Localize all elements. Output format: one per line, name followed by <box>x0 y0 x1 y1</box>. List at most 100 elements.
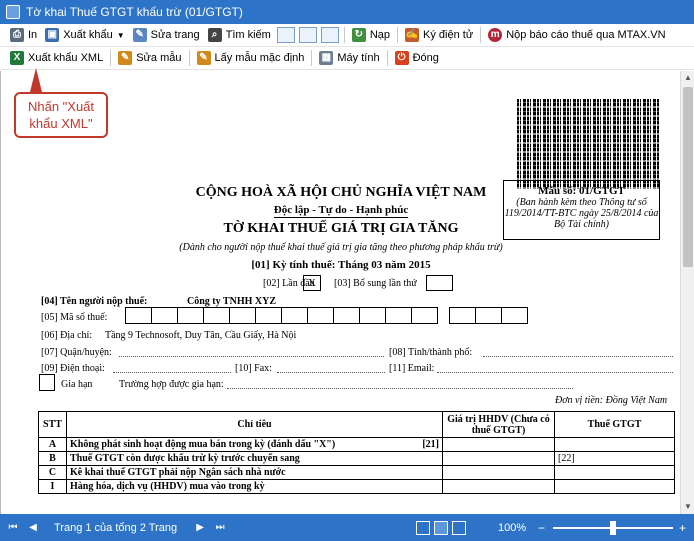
table-row: B Thuế GTGT còn được khấu trừ kỳ trước c… <box>38 451 675 466</box>
row-vat-cell <box>554 465 675 480</box>
page-info: Trang 1 của tổng 2 Trang <box>54 521 178 534</box>
vertical-scrollbar[interactable]: ▲ ▼ <box>680 71 694 514</box>
refresh-icon: ↻ <box>351 28 366 42</box>
tax-period-value: Tháng 03 năm 2015 <box>337 259 431 271</box>
tax-code-label: [05] Mã số thuế: <box>41 312 108 323</box>
motto-text: Độc lập - Tự do - Hạnh phúc <box>273 204 409 218</box>
form-note: (Ban hành kèm theo Thông tư số 119/2014/… <box>504 197 659 230</box>
header-stt: STT <box>38 411 67 438</box>
phone-field[interactable] <box>113 372 231 373</box>
zoom-out-icon[interactable]: − <box>538 521 545 535</box>
load-button[interactable]: ↻ Nạp <box>348 25 394 45</box>
scroll-thumb[interactable] <box>683 87 693 267</box>
zoom-slider-knob[interactable] <box>609 520 616 535</box>
row-desc-text: Không phát sinh hoạt động mua bán trong … <box>70 439 336 450</box>
fax-field[interactable] <box>277 372 385 373</box>
last-page-icon[interactable]: ⏭ <box>213 521 227 535</box>
barcode-image <box>517 99 659 189</box>
row-vat-cell <box>554 479 675 494</box>
district-field[interactable] <box>119 356 384 357</box>
tax-code-cell[interactable] <box>151 307 178 324</box>
zoom-slider[interactable] <box>552 520 673 535</box>
supplement-field[interactable] <box>426 275 453 291</box>
search-label: Tìm kiếm <box>225 29 271 41</box>
tax-code-cell[interactable] <box>385 307 412 324</box>
prev-page-icon[interactable]: ◀ <box>26 521 40 535</box>
tax-code-cell[interactable] <box>411 307 438 324</box>
scroll-down-icon[interactable]: ▼ <box>681 500 694 514</box>
extension-label: Gia hạn <box>61 379 93 390</box>
tax-code-cell[interactable] <box>475 307 502 324</box>
single-view-icon[interactable] <box>415 520 430 535</box>
phone-label: [09] Điện thoại: <box>41 363 105 374</box>
tax-code-cells[interactable] <box>125 307 528 324</box>
form-subtitle: (Dành cho người nộp thuế khai thuế giá t… <box>179 242 503 253</box>
tax-code-cell[interactable] <box>281 307 308 324</box>
export-label: Xuất khẩu <box>63 29 113 41</box>
calculator-button[interactable]: ▦ Máy tính <box>315 48 383 68</box>
load-label: Nạp <box>369 29 391 41</box>
tax-table: STT Chỉ tiêu Giá trị HHDV (Chưa có thuế … <box>38 411 675 494</box>
tax-code-cell[interactable] <box>501 307 528 324</box>
first-page-icon[interactable]: ⏮ <box>6 521 20 535</box>
toolbar-divider <box>110 50 112 66</box>
first-time-checkbox[interactable]: X <box>303 275 321 291</box>
edit-template-button[interactable]: ✎ Sửa mẫu <box>114 48 185 68</box>
multi-page-view-icon[interactable] <box>320 27 339 43</box>
default-template-button[interactable]: ✎ Lấy mẫu mặc định <box>193 48 309 68</box>
email-field[interactable] <box>437 372 673 373</box>
multi-view-icon[interactable] <box>451 520 466 535</box>
form-code: Mẫu số: 01/GTGT <box>538 185 625 197</box>
digital-sign-button[interactable]: ✍ Ký điện tử <box>401 25 477 45</box>
row-value-cell <box>442 479 555 494</box>
tax-code-cell[interactable] <box>125 307 152 324</box>
continuous-view-icon[interactable] <box>433 520 448 535</box>
search-button[interactable]: ⌕ Tìm kiếm <box>204 25 275 45</box>
status-bar: ⏮ ◀ Trang 1 của tổng 2 Trang ▶ ⏭ 100% − … <box>0 514 694 541</box>
next-page-icon[interactable]: ▶ <box>193 521 207 535</box>
tax-code-cell[interactable] <box>333 307 360 324</box>
close-button[interactable]: ⏻ Đóng <box>391 48 443 68</box>
row-value-cell[interactable] <box>442 437 555 452</box>
extension-case-field[interactable] <box>227 388 573 389</box>
tax-code-cell[interactable] <box>177 307 204 324</box>
taxpayer-value: Công ty TNHH XYZ <box>187 296 276 307</box>
export-button[interactable]: ▣ Xuất khẩu ▼ <box>41 25 128 45</box>
row-code: [22] <box>558 453 575 464</box>
window-title: Tờ khai Thuế GTGT khấu trừ (01/GTGT) <box>26 5 243 19</box>
tax-code-cell[interactable] <box>229 307 256 324</box>
province-field[interactable] <box>483 356 673 357</box>
print-label: In <box>28 29 38 41</box>
close-label: Đóng <box>412 52 439 64</box>
tax-code-cell[interactable] <box>449 307 476 324</box>
print-button[interactable]: ⎙ In <box>6 25 41 45</box>
toolbar-divider <box>397 27 399 43</box>
row-vat-cell[interactable] <box>554 437 675 452</box>
calculator-label: Máy tính <box>337 52 380 64</box>
tax-code-cell[interactable] <box>359 307 386 324</box>
page-width-view-icon[interactable] <box>298 27 317 43</box>
instruction-callout: Nhấn "Xuất khẩu XML" <box>14 92 108 138</box>
row-desc: Hàng hóa, dịch vụ (HHDV) mua vào trong k… <box>66 479 443 494</box>
excel-icon: X <box>10 51 24 65</box>
tax-code-cell[interactable] <box>203 307 230 324</box>
export-xml-button[interactable]: X Xuất khẩu XML <box>6 48 107 68</box>
chevron-down-icon[interactable]: ▼ <box>117 31 125 40</box>
single-page-view-icon[interactable] <box>276 27 295 43</box>
tax-code-cell[interactable] <box>307 307 334 324</box>
edit-template-label: Sửa mẫu <box>136 52 182 64</box>
mtax-icon: m <box>488 28 503 42</box>
row-vat-cell[interactable]: [22] <box>554 451 675 466</box>
edit-page-button[interactable]: ✎ Sửa trang <box>129 25 204 45</box>
address-label: [06] Địa chỉ: <box>41 330 93 341</box>
signature-icon: ✍ <box>405 28 420 42</box>
tax-code-cell[interactable] <box>255 307 282 324</box>
toolbar-divider <box>311 50 313 66</box>
submit-tax-button[interactable]: m Nộp báo cáo thuế qua MTAX.VN <box>484 25 669 45</box>
tax-period-label: [01] Kỳ tính thuế: <box>251 259 336 271</box>
zoom-in-icon[interactable]: + <box>679 521 686 535</box>
scroll-up-icon[interactable]: ▲ <box>681 71 694 85</box>
table-row: C Kê khai thuế GTGT phải nộp Ngân sách n… <box>38 465 675 480</box>
address-value: Tầng 9 Technosoft, Duy Tân, Cầu Giấy, Hà… <box>105 330 297 341</box>
extension-checkbox[interactable] <box>39 374 55 391</box>
